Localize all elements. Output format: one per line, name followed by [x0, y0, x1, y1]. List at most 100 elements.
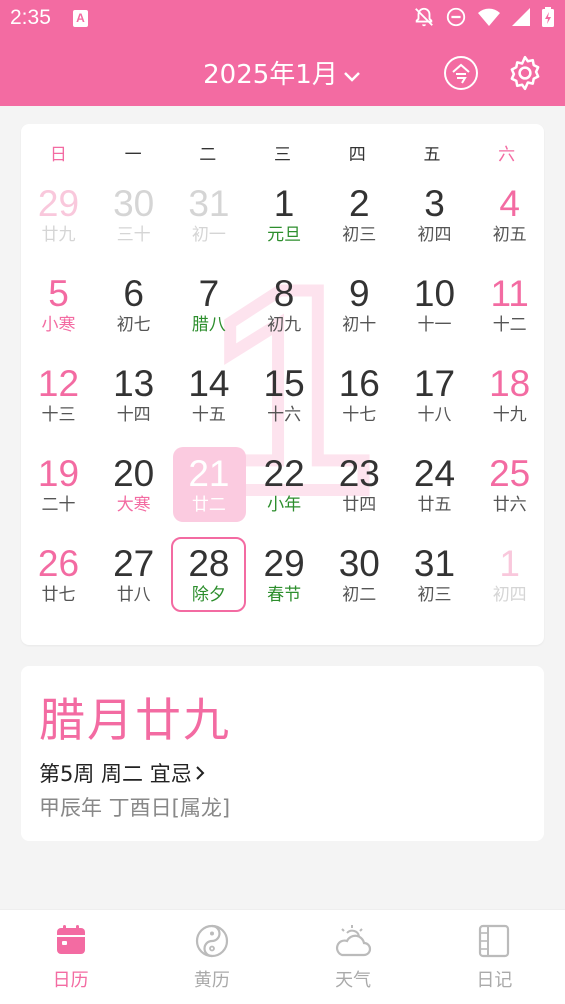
calendar-day-today[interactable]: 21 廿二: [171, 446, 247, 536]
calendar-day[interactable]: 5 小寒: [21, 266, 96, 356]
day-number: 31: [188, 183, 230, 224]
lunar-day-label: 大寒: [116, 495, 151, 515]
lunar-day-label: 初四: [492, 585, 527, 605]
calendar-day[interactable]: 31 初三: [397, 536, 472, 626]
calendar-day[interactable]: 29 春节: [247, 536, 322, 626]
weekday-label: 二: [199, 145, 217, 165]
calendar-day[interactable]: 20 大寒: [96, 446, 171, 536]
calendar-day[interactable]: 16 十七: [322, 356, 397, 446]
nav-weather[interactable]: 天气: [283, 910, 424, 1004]
calendar-day[interactable]: 10 十一: [397, 266, 472, 356]
calendar-day[interactable]: 6 初七: [96, 266, 171, 356]
day-number: 29: [263, 543, 305, 584]
month-selector[interactable]: 2025年1月: [0, 54, 565, 91]
day-number: 11: [490, 273, 529, 314]
lunar-day-label: 廿五: [417, 495, 452, 515]
calendar-day[interactable]: 13 十四: [96, 356, 171, 446]
lunar-day-label: 初三: [342, 225, 377, 245]
nav-diary[interactable]: 日记: [424, 910, 565, 1004]
calendar-day[interactable]: 12 十三: [21, 356, 96, 446]
calendar-day[interactable]: 31 初一: [171, 176, 246, 266]
gear-icon: [510, 55, 540, 91]
nav-calendar[interactable]: 日历: [0, 910, 141, 1004]
lunar-day-label: 二十: [41, 495, 76, 515]
day-info-card: 腊月廿九 第5周 周二 宜忌 甲辰年 丁酉日[属龙]: [21, 666, 544, 841]
lunar-day-label: 腊八: [191, 315, 226, 335]
day-number: 14: [188, 363, 230, 404]
calendar-day[interactable]: 25 廿六: [472, 446, 547, 536]
calendar-day[interactable]: 2 初三: [322, 176, 397, 266]
lunar-day-label: 十六: [267, 405, 302, 425]
weekday-label: 六: [498, 145, 516, 165]
day-number: 30: [338, 543, 380, 584]
day-number: 8: [273, 273, 295, 314]
settings-button[interactable]: [506, 54, 544, 92]
today-icon: [452, 63, 470, 84]
app-header: 2:35 A 2025年1月: [0, 0, 565, 106]
calendar-day[interactable]: 26 廿七: [21, 536, 96, 626]
lunar-day-label: 廿八: [116, 585, 151, 605]
today-button[interactable]: [444, 56, 478, 90]
lunar-day-label: 春节: [267, 585, 302, 605]
nav-label: 黄历: [193, 970, 230, 991]
bell-off-icon: [415, 7, 433, 27]
lunar-day-label: 十二: [492, 315, 527, 335]
day-number: 7: [198, 273, 220, 314]
calendar-day[interactable]: 23 廿四: [322, 446, 397, 536]
day-number: 25: [489, 453, 531, 494]
calendar-day[interactable]: 19 二十: [21, 446, 96, 536]
lunar-day-label: 十八: [417, 405, 452, 425]
nav-almanac[interactable]: 黄历: [141, 910, 282, 1004]
signal-icon: [512, 8, 530, 26]
ganzhi-text: 甲辰年 丁酉日[属龙]: [39, 796, 231, 820]
battery-charging-icon: [542, 7, 554, 27]
lunar-day-label: 初一: [191, 225, 226, 245]
calendar-day[interactable]: 27 廿八: [96, 536, 171, 626]
calendar-day[interactable]: 24 廿五: [397, 446, 472, 536]
day-number: 16: [338, 363, 380, 404]
diary-icon: [478, 924, 510, 962]
calendar-day[interactable]: 9 初十: [322, 266, 397, 356]
calendar-day[interactable]: 3 初四: [397, 176, 472, 266]
status-bar: 2:35 A: [0, 0, 565, 38]
calendar-day[interactable]: 15 十六: [247, 356, 322, 446]
wifi-icon: [478, 8, 500, 26]
calendar-day[interactable]: 7 腊八: [171, 266, 246, 356]
calendar-day[interactable]: 1 初四: [472, 536, 547, 626]
calendar-day[interactable]: 18 十九: [472, 356, 547, 446]
calendar-day[interactable]: 14 十五: [171, 356, 246, 446]
calendar-day[interactable]: 1 元旦: [247, 176, 322, 266]
weekday-label: 一: [124, 145, 142, 165]
calendar-day[interactable]: 30 初二: [322, 536, 397, 626]
lunar-day-label: 初四: [417, 225, 452, 245]
calendar-day[interactable]: 8 初九: [247, 266, 322, 356]
do-not-disturb-icon: [446, 7, 466, 27]
calendar-day[interactable]: 30 三十: [96, 176, 171, 266]
lunar-date: 腊月廿九: [39, 693, 231, 747]
calendar-day-selected[interactable]: 28 除夕: [171, 536, 247, 626]
nav-label: 日历: [52, 970, 89, 991]
calendar-day[interactable]: 29 廿九: [21, 176, 96, 266]
status-icons: [413, 6, 555, 28]
lunar-day-label: 廿二: [191, 495, 226, 515]
lunar-day-label: 十三: [41, 405, 76, 425]
day-number: 3: [424, 183, 445, 224]
day-number: 12: [37, 363, 80, 404]
day-number: 31: [413, 543, 456, 584]
day-number: 20: [113, 453, 155, 494]
lunar-day-label: 初九: [267, 315, 302, 335]
status-time: 2:35: [10, 6, 51, 29]
almanac-link[interactable]: 第5周 周二 宜忌: [39, 758, 206, 788]
month-title: 2025年1月: [203, 60, 338, 90]
calendar-day[interactable]: 22 小年: [247, 446, 322, 536]
calendar-day[interactable]: 11 十二: [472, 266, 547, 356]
day-number: 19: [37, 453, 80, 494]
lunar-day-label: 廿七: [41, 585, 76, 605]
day-number: 5: [48, 273, 69, 314]
calendar-day[interactable]: 17 十八: [397, 356, 472, 446]
lunar-day-label: 小年: [267, 495, 302, 515]
day-number: 24: [413, 453, 456, 494]
lunar-day-label: 初十: [342, 315, 377, 335]
day-number: 27: [113, 543, 155, 584]
calendar-day[interactable]: 4 初五: [472, 176, 547, 266]
